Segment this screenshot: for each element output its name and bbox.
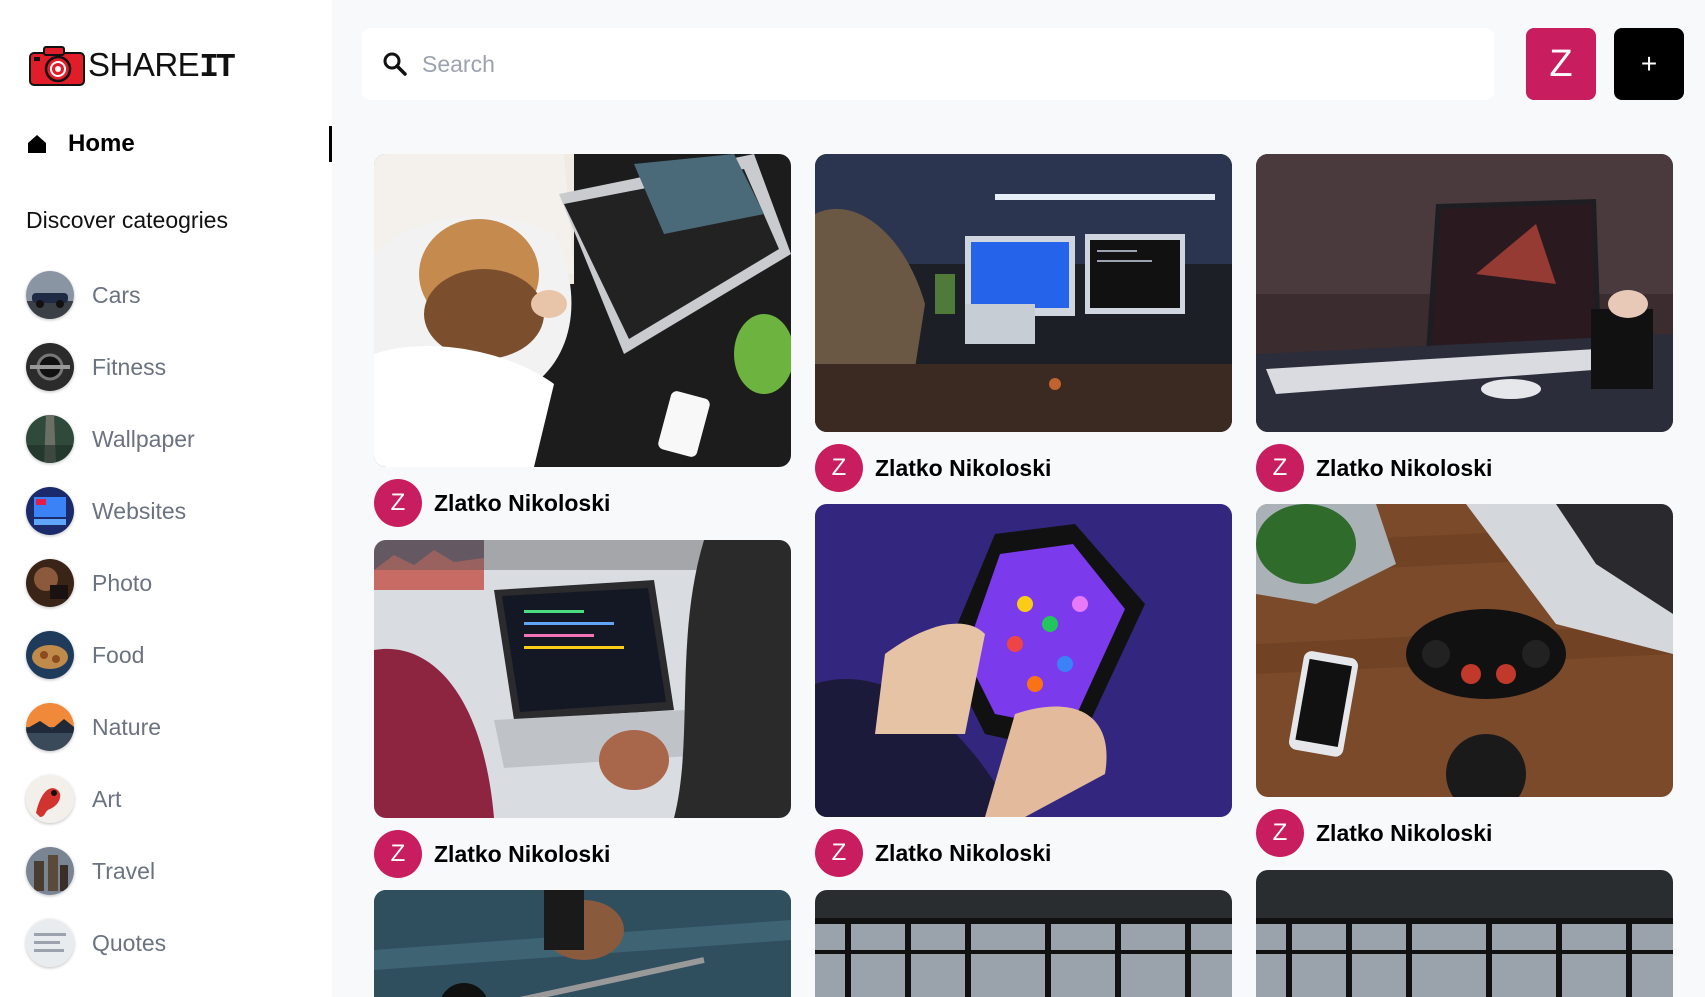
category-label: Websites	[92, 497, 187, 524]
pin-card[interactable]	[374, 890, 791, 997]
pin-author[interactable]: Z Zlatko Nikoloski	[815, 829, 1232, 877]
category-item-quotes[interactable]: Quotes	[26, 918, 316, 968]
category-item-fitness[interactable]: Fitness	[26, 342, 316, 392]
logo[interactable]: SHAREIT	[28, 44, 236, 88]
camera-logo-icon	[28, 45, 86, 87]
pin-card[interactable]	[815, 890, 1232, 997]
pin-image[interactable]	[1256, 154, 1673, 432]
category-item-websites[interactable]: Websites	[26, 486, 316, 536]
fitness-thumbnail	[26, 343, 74, 391]
category-label: Quotes	[92, 929, 167, 956]
travel-thumbnail	[26, 847, 74, 895]
category-item-food[interactable]: Food	[26, 630, 316, 680]
author-name: Zlatko Nikoloski	[1316, 454, 1493, 481]
author-name: Zlatko Nikoloski	[875, 454, 1052, 481]
category-label: Nature	[92, 713, 162, 740]
nav-home-label: Home	[68, 130, 135, 157]
author-avatar: Z	[374, 830, 422, 878]
pin-image[interactable]	[815, 154, 1232, 432]
category-label: Fitness	[92, 353, 167, 380]
category-item-cars[interactable]: Cars	[26, 270, 316, 320]
pin-card[interactable]: Z Zlatko Nikoloski	[374, 154, 791, 527]
discover-heading: Discover cateogries	[26, 207, 228, 233]
category-item-art[interactable]: Art	[26, 774, 316, 824]
pin-card[interactable]: Z Zlatko Nikoloski	[1256, 504, 1673, 857]
websites-thumbnail	[26, 487, 74, 535]
user-avatar-button[interactable]: Z	[1526, 28, 1596, 100]
search-bar[interactable]	[362, 28, 1494, 100]
logo-wordmark: SHAREIT	[88, 46, 236, 86]
category-label: Art	[92, 785, 122, 812]
pin-author[interactable]: Z Zlatko Nikoloski	[815, 444, 1232, 492]
pin-card[interactable]: Z Zlatko Nikoloski	[815, 154, 1232, 492]
food-thumbnail	[26, 631, 74, 679]
add-pin-button[interactable]: +	[1614, 28, 1684, 100]
category-label: Travel	[92, 857, 156, 884]
pin-card[interactable]: Z Zlatko Nikoloski	[815, 504, 1232, 877]
author-name: Zlatko Nikoloski	[434, 489, 611, 516]
pin-author[interactable]: Z Zlatko Nikoloski	[1256, 809, 1673, 857]
home-icon	[28, 135, 46, 153]
quotes-thumbnail	[26, 919, 74, 967]
category-item-travel[interactable]: Travel	[26, 846, 316, 896]
pin-author[interactable]: Z Zlatko Nikoloski	[374, 830, 791, 878]
pin-image[interactable]	[1256, 504, 1673, 797]
author-avatar: Z	[815, 829, 863, 877]
category-label: Food	[92, 641, 145, 668]
author-avatar: Z	[1256, 444, 1304, 492]
sidebar: SHAREIT Home Discover cateogries Cars Fi…	[0, 0, 332, 997]
category-label: Cars	[92, 281, 141, 308]
pin-image[interactable]	[374, 154, 791, 467]
author-avatar: Z	[1256, 809, 1304, 857]
pin-card[interactable]: Z Zlatko Nikoloski	[374, 540, 791, 878]
category-item-wallpaper[interactable]: Wallpaper	[26, 414, 316, 464]
author-avatar: Z	[374, 479, 422, 527]
pin-card[interactable]: Z Zlatko Nikoloski	[1256, 154, 1673, 492]
author-name: Zlatko Nikoloski	[434, 840, 611, 867]
pin-image[interactable]	[374, 890, 791, 997]
art-thumbnail	[26, 775, 74, 823]
active-indicator	[329, 126, 332, 162]
pin-author[interactable]: Z Zlatko Nikoloski	[1256, 444, 1673, 492]
category-label: Wallpaper	[92, 425, 195, 452]
photo-thumbnail	[26, 559, 74, 607]
cars-thumbnail	[26, 271, 74, 319]
author-avatar: Z	[815, 444, 863, 492]
pin-image[interactable]	[815, 504, 1232, 817]
nature-thumbnail	[26, 703, 74, 751]
pin-image[interactable]	[815, 890, 1232, 997]
pin-image[interactable]	[1256, 870, 1673, 997]
search-icon	[383, 52, 407, 76]
nav-home[interactable]: Home	[26, 124, 332, 164]
pin-card[interactable]	[1256, 870, 1673, 997]
author-name: Zlatko Nikoloski	[1316, 819, 1493, 846]
pin-image[interactable]	[374, 540, 791, 818]
wallpaper-thumbnail	[26, 415, 74, 463]
search-input[interactable]	[422, 50, 1422, 78]
pin-author[interactable]: Z Zlatko Nikoloski	[374, 479, 791, 527]
category-item-photo[interactable]: Photo	[26, 558, 316, 608]
category-label: Photo	[92, 569, 153, 596]
category-item-nature[interactable]: Nature	[26, 702, 316, 752]
author-name: Zlatko Nikoloski	[875, 839, 1052, 866]
